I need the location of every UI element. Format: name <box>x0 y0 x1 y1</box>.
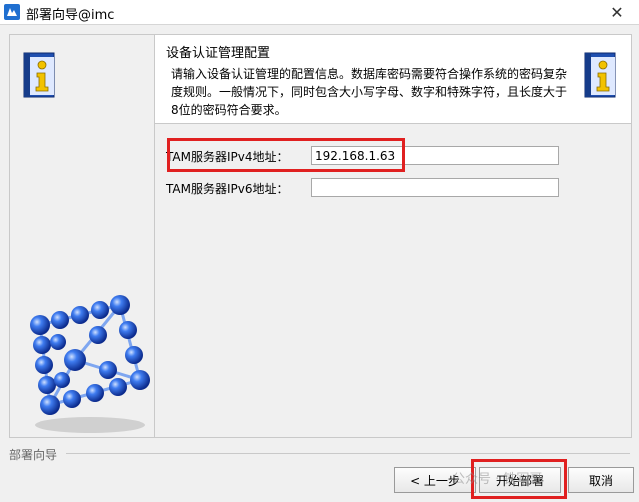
ipv6-input[interactable] <box>311 178 559 197</box>
info-book-icon <box>584 52 616 98</box>
wizard-frame: 设备认证管理配置 请输入设备认证管理的配置信息。数据库密码需要符合操作系统的密码… <box>9 34 632 438</box>
prev-button[interactable]: < 上一步 <box>394 467 476 493</box>
divider <box>66 453 630 454</box>
close-icon[interactable]: ✕ <box>595 0 639 24</box>
molecule-cube-graphic <box>30 295 150 433</box>
window-title: 部署向导@imc <box>26 8 115 23</box>
left-panel <box>10 35 155 437</box>
app-icon <box>4 4 20 20</box>
page-title: 设备认证管理配置 <box>166 46 271 61</box>
wizard-group-label: 部署向导 <box>9 448 58 462</box>
info-book-icon <box>23 52 55 98</box>
ipv6-label: TAM服务器IPv6地址： <box>166 182 289 196</box>
cancel-button[interactable]: 取消 <box>568 467 634 493</box>
highlight-box-ipv4 <box>167 138 405 172</box>
header-panel: 设备认证管理配置 请输入设备认证管理的配置信息。数据库密码需要符合操作系统的密码… <box>155 35 631 124</box>
highlight-box-start <box>471 459 567 499</box>
title-bar: 部署向导@imc ✕ <box>0 0 639 25</box>
page-description: 请输入设备认证管理的配置信息。数据库密码需要符合操作系统的密码复杂度规则。一般情… <box>171 67 568 117</box>
